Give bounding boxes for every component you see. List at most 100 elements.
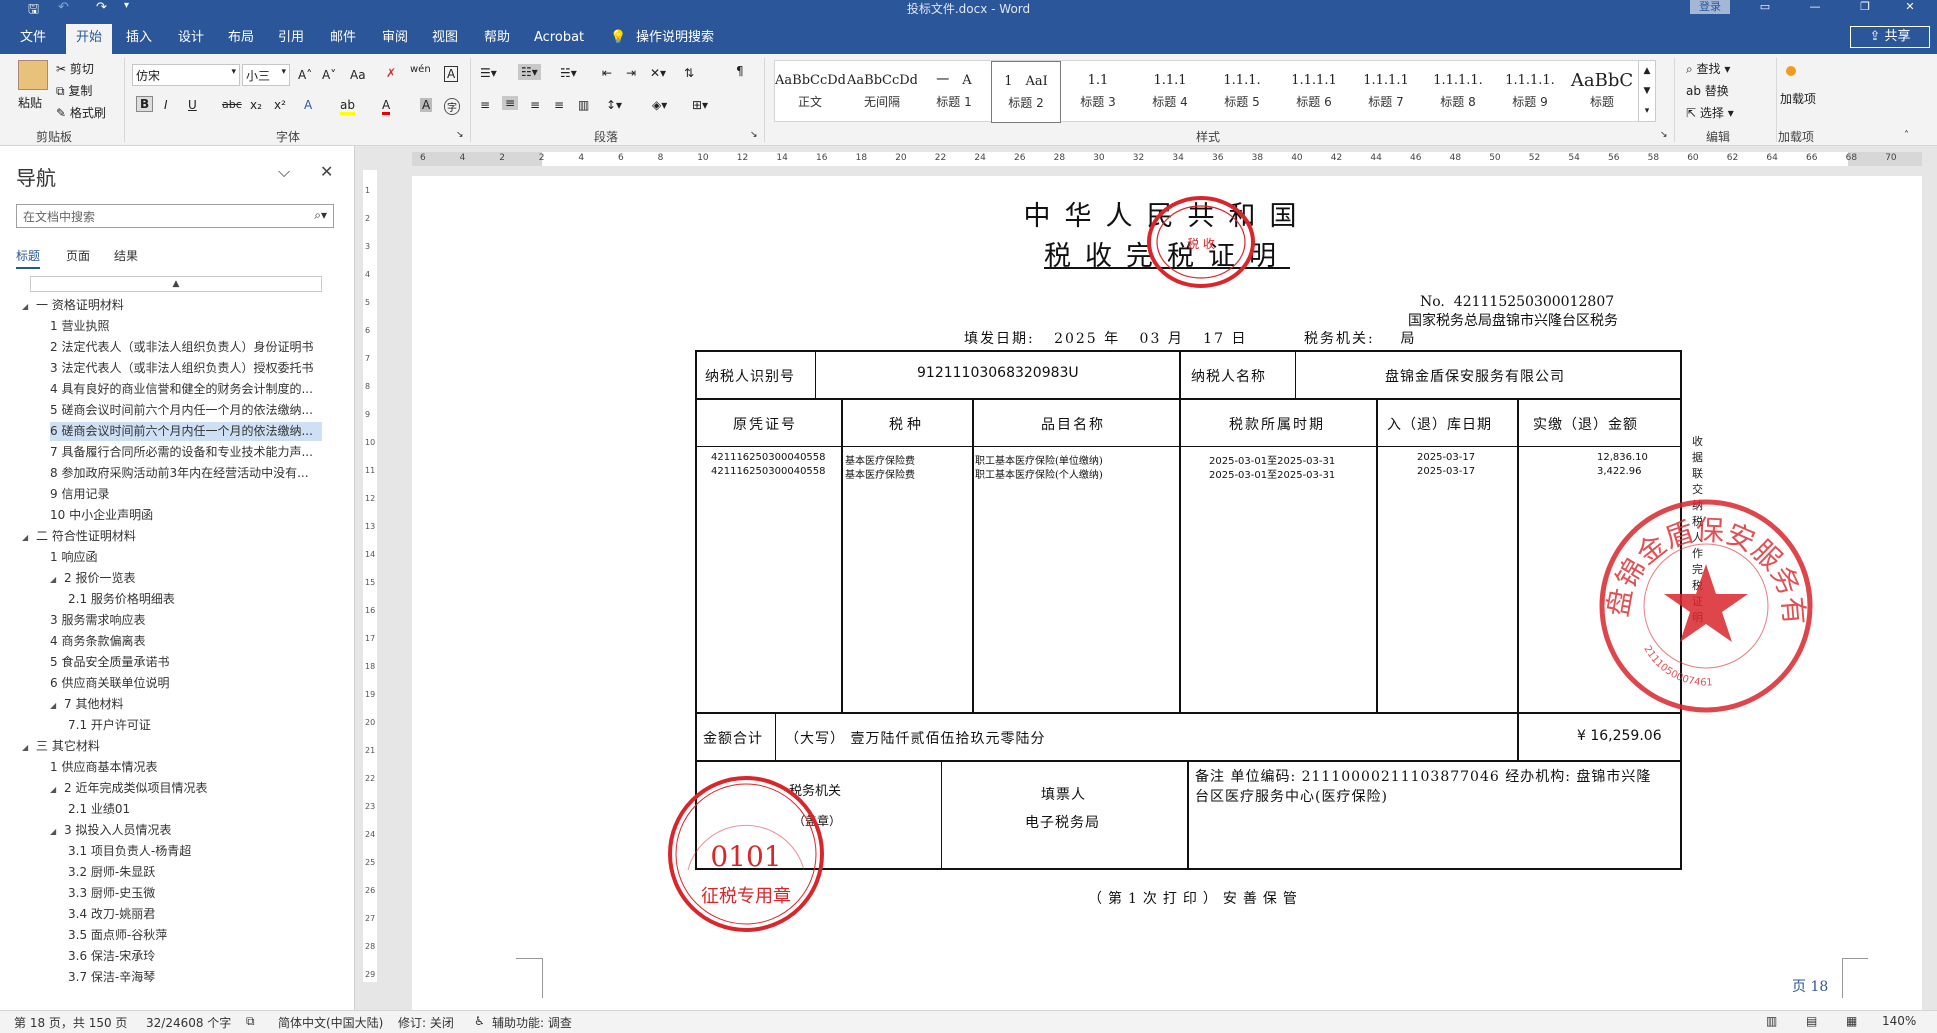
print-layout-icon[interactable]: ▤ bbox=[1806, 1014, 1817, 1028]
collapse-triangle-icon[interactable]: ◢ bbox=[50, 570, 64, 588]
nav-heading-item[interactable]: ◢ 二 符合性证明材料 bbox=[22, 527, 322, 546]
justify-icon[interactable]: ≡ bbox=[554, 98, 564, 112]
tab-layout[interactable]: 布局 bbox=[228, 28, 254, 48]
read-mode-icon[interactable]: ▥ bbox=[1766, 1014, 1777, 1028]
align-right-icon[interactable]: ≡ bbox=[530, 98, 540, 112]
cut-button[interactable]: ✂ 剪切 bbox=[56, 60, 94, 77]
show-marks-icon[interactable]: ¶ bbox=[736, 64, 744, 78]
status-track-changes[interactable]: 修订: 关闭 bbox=[398, 1014, 454, 1031]
style-item-10[interactable]: 1.1.1.1. 标题 9 bbox=[1495, 61, 1565, 123]
tab-mailings[interactable]: 邮件 bbox=[330, 28, 356, 48]
dialog-launcher-icon[interactable]: ↘ bbox=[750, 130, 758, 140]
style-item-11[interactable]: AaBbC 标题 bbox=[1567, 61, 1637, 123]
bullets-icon[interactable]: ☰▾ bbox=[480, 66, 497, 80]
borders-icon[interactable]: ⊞▾ bbox=[692, 98, 708, 112]
tell-me-search[interactable]: 操作说明搜索 bbox=[636, 28, 714, 48]
nav-heading-item[interactable]: 3.7 保洁-辛海琴 bbox=[68, 968, 322, 987]
tab-insert[interactable]: 插入 bbox=[126, 28, 152, 48]
status-accessibility[interactable]: 辅助功能: 调查 bbox=[492, 1014, 572, 1031]
format-painter-button[interactable]: ✎ 格式刷 bbox=[56, 104, 106, 121]
status-language[interactable]: 简体中文(中国大陆) bbox=[278, 1014, 383, 1031]
proofing-icon[interactable]: ⧉ bbox=[246, 1014, 255, 1029]
nav-heading-item[interactable]: ◢ 3 拟投入人员情况表 bbox=[50, 821, 322, 840]
nav-heading-item[interactable]: 3 服务需求响应表 bbox=[50, 611, 322, 630]
nav-heading-item[interactable]: ◢ 三 其它材料 bbox=[22, 737, 322, 756]
nav-tab-pages[interactable]: 页面 bbox=[66, 247, 90, 264]
collapse-triangle-icon[interactable]: ◢ bbox=[22, 738, 36, 756]
nav-heading-item[interactable]: 3 法定代表人（或非法人组织负责人）授权委托书 bbox=[50, 359, 322, 378]
font-size-dropdown[interactable]: 小三 ▾ bbox=[242, 64, 290, 86]
accessibility-icon[interactable]: ♿ bbox=[474, 1014, 485, 1028]
nav-heading-item[interactable]: 4 具有良好的商业信誉和健全的财务会计制度的... bbox=[50, 380, 322, 399]
style-item-6[interactable]: 1.1.1. 标题 5 bbox=[1207, 61, 1277, 123]
share-button[interactable]: ⇪ 共享 bbox=[1850, 26, 1930, 48]
tab-home[interactable]: 开始 bbox=[66, 24, 113, 54]
dialog-launcher-icon[interactable]: ↘ bbox=[1660, 130, 1668, 140]
nav-heading-item[interactable]: ◢ 一 资格证明材料 bbox=[22, 296, 322, 315]
select-button[interactable]: ⇱ 选择 ▾ bbox=[1686, 104, 1734, 121]
vertical-ruler[interactable]: 1 2 3 4 5 6 7 8 9 10 11 12 13 14 15 16 17 18 19 20 21 22 23 24 2… bbox=[360, 146, 380, 1010]
char-shading-icon[interactable]: A bbox=[420, 98, 433, 112]
shading-icon[interactable]: ◈▾ bbox=[652, 98, 667, 112]
minimize-icon[interactable]: — bbox=[1800, 0, 1830, 13]
tab-acrobat[interactable]: Acrobat bbox=[534, 28, 584, 48]
nav-heading-item[interactable]: 5 磋商会议时间前六个月内任一个月的依法缴纳... bbox=[50, 401, 322, 420]
status-zoom[interactable]: 140% bbox=[1882, 1014, 1916, 1028]
clear-format-icon[interactable]: ✗ bbox=[386, 66, 396, 80]
style-item-4[interactable]: 1.1 标题 3 bbox=[1063, 61, 1133, 123]
nav-heading-item[interactable]: ◢ 2 报价一览表 bbox=[50, 569, 322, 588]
styles-scroll[interactable]: ▲ ▼ ▾ bbox=[1638, 60, 1656, 122]
nav-heading-item[interactable]: 8 参加政府采购活动前3年内在经营活动中没有... bbox=[50, 464, 322, 483]
nav-heading-item[interactable]: 1 供应商基本情况表 bbox=[50, 758, 322, 777]
font-name-dropdown[interactable]: 仿宋 ▾ bbox=[132, 64, 240, 86]
nav-heading-item[interactable]: 6 供应商关联单位说明 bbox=[50, 674, 322, 693]
replace-button[interactable]: ab 替换 bbox=[1686, 82, 1729, 99]
text-effects-icon[interactable]: A bbox=[304, 98, 312, 112]
tab-design[interactable]: 设计 bbox=[178, 28, 204, 48]
nav-search-input[interactable]: 在文档中搜索 ⌕▾ bbox=[16, 204, 334, 228]
underline-button[interactable]: U bbox=[188, 98, 197, 112]
grow-font-icon[interactable]: A˄ bbox=[298, 68, 312, 82]
status-page[interactable]: 第 18 页，共 150 页 bbox=[14, 1014, 127, 1031]
style-item-9[interactable]: 1.1.1.1. 标题 8 bbox=[1423, 61, 1493, 123]
tab-view[interactable]: 视图 bbox=[432, 28, 458, 48]
style-item-8[interactable]: 1.1.1.1 标题 7 bbox=[1351, 61, 1421, 123]
nav-heading-item[interactable]: 2 法定代表人（或非法人组织负责人）身份证明书 bbox=[50, 338, 322, 357]
nav-heading-item[interactable]: 5 食品安全质量承诺书 bbox=[50, 653, 322, 672]
collapse-triangle-icon[interactable]: ◢ bbox=[50, 780, 64, 798]
nav-heading-item[interactable]: 4 商务条款偏离表 bbox=[50, 632, 322, 651]
collapse-triangle-icon[interactable]: ◢ bbox=[50, 822, 64, 840]
sort-icon[interactable]: ⇅ bbox=[684, 66, 694, 80]
align-left-icon[interactable]: ≡ bbox=[480, 98, 490, 112]
decrease-indent-icon[interactable]: ⇤ bbox=[602, 66, 612, 80]
bold-button[interactable]: B bbox=[136, 96, 154, 112]
web-layout-icon[interactable]: ▦ bbox=[1846, 1014, 1857, 1028]
chevron-down-icon[interactable]: ⌵ bbox=[278, 162, 290, 182]
copy-button[interactable]: ⧉ 复制 bbox=[56, 82, 92, 99]
nav-tab-results[interactable]: 结果 bbox=[114, 247, 138, 264]
close-window-icon[interactable]: ✕ bbox=[1895, 0, 1925, 13]
nav-heading-item[interactable]: 3.5 面点师-谷秋萍 bbox=[68, 926, 322, 945]
distributed-icon[interactable]: ▥ bbox=[578, 98, 589, 112]
nav-heading-item[interactable]: ◢ 7 其他材料 bbox=[50, 695, 322, 714]
nav-heading-item[interactable]: 2.1 业绩01 bbox=[68, 800, 322, 819]
line-spacing-icon[interactable]: ↕▾ bbox=[606, 98, 622, 112]
collapse-triangle-icon[interactable]: ◢ bbox=[22, 528, 36, 546]
addins-button[interactable]: 加载项 bbox=[1776, 90, 1820, 107]
subscript-button[interactable]: x₂ bbox=[250, 98, 262, 112]
change-case-icon[interactable]: Aa bbox=[350, 68, 366, 82]
search-icon[interactable]: ⌕▾ bbox=[314, 208, 327, 223]
nav-heading-item[interactable]: 3.6 保洁-宋承玲 bbox=[68, 947, 322, 966]
tab-help[interactable]: 帮助 bbox=[484, 28, 510, 48]
nav-heading-item[interactable]: 7 具备履行合同所必需的设备和专业技术能力声... bbox=[50, 443, 322, 462]
restore-icon[interactable]: ❐ bbox=[1850, 0, 1880, 13]
numbering-icon[interactable]: ☷▾ bbox=[518, 64, 541, 80]
enclose-char-icon[interactable]: 字 bbox=[444, 98, 460, 115]
paste-icon[interactable] bbox=[18, 60, 48, 90]
strikethrough-button[interactable]: abc bbox=[222, 98, 242, 111]
collapse-ribbon-icon[interactable]: ˄ bbox=[1904, 130, 1909, 141]
collapse-triangle-icon[interactable]: ◢ bbox=[22, 297, 36, 315]
shrink-font-icon[interactable]: A˅ bbox=[322, 68, 336, 82]
style-item-1[interactable]: AaBbCcDdI 无间隔 bbox=[847, 61, 917, 123]
login-button[interactable]: 登录 bbox=[1690, 0, 1730, 14]
